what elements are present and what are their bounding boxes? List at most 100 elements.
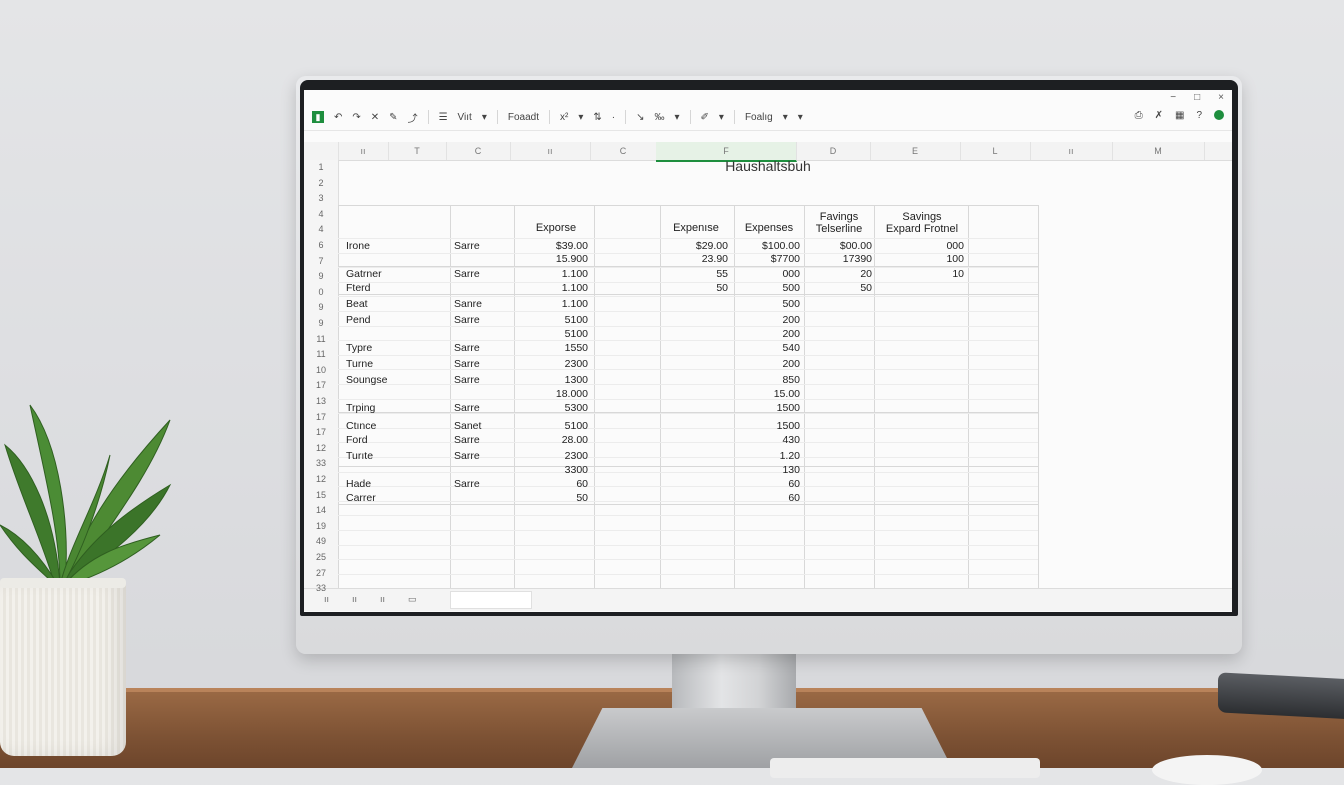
undo-button[interactable]: ↶ [334, 112, 342, 123]
view-dropdown-icon[interactable]: ▾ [482, 112, 487, 123]
format-menu[interactable]: Foalıg [745, 112, 773, 123]
cell-name[interactable]: Ctınce [346, 420, 376, 432]
row-number[interactable]: 3 [304, 193, 338, 203]
cell-value[interactable]: 100 [874, 253, 964, 265]
cell-value[interactable]: 3300 [514, 464, 588, 476]
close-button[interactable]: × [1218, 92, 1224, 103]
cell-type[interactable]: Sarre [454, 342, 480, 354]
sort-button[interactable]: ⇅ [593, 112, 601, 123]
sort-dropdown-icon[interactable]: · [612, 112, 615, 123]
wrap-button[interactable]: ↘ [636, 112, 644, 123]
row-number[interactable]: 19 [304, 521, 338, 531]
cell-value[interactable]: 1500 [734, 402, 800, 414]
cell-type[interactable]: Sarre [454, 268, 480, 280]
cell-value[interactable]: 60 [514, 478, 588, 490]
cell-value[interactable]: 130 [734, 464, 800, 476]
cell-value[interactable]: 000 [734, 268, 800, 280]
superscript-dropdown-icon[interactable]: ▾ [578, 112, 583, 123]
row-number[interactable]: 27 [304, 568, 338, 578]
pen-dropdown-icon[interactable]: ▾ [719, 112, 724, 123]
cell-value[interactable]: 1.20 [734, 450, 800, 462]
cell-value[interactable]: 50 [804, 282, 872, 294]
link-button[interactable]: ⤴ [408, 110, 418, 125]
cell-value[interactable]: 10 [874, 268, 964, 280]
view-menu[interactable]: Viıt [458, 112, 472, 123]
clear-format-button[interactable]: ✕ [371, 112, 379, 123]
percent-button[interactable]: ‰ [654, 112, 664, 123]
delete-icon[interactable]: ✗ [1155, 110, 1163, 121]
cell-value[interactable]: 17390 [804, 253, 872, 265]
cell-value[interactable]: 2300 [514, 358, 588, 370]
cell-name[interactable]: Turne [346, 358, 373, 370]
cell-type[interactable]: Sarre [454, 450, 480, 462]
cell-type[interactable]: Sarre [454, 434, 480, 446]
cell-value[interactable]: $100.00 [734, 240, 800, 252]
cell-name[interactable]: Fterd [346, 282, 371, 294]
cell-value[interactable]: 60 [734, 478, 800, 490]
cell-name[interactable]: Beat [346, 298, 368, 310]
cell-value[interactable]: 20 [804, 268, 872, 280]
cell-value[interactable]: 15.900 [514, 253, 588, 265]
cell-value[interactable]: 000 [874, 240, 964, 252]
menu-icon[interactable]: ☰ [439, 112, 448, 123]
maximize-button[interactable]: □ [1194, 92, 1200, 103]
cell-value[interactable]: 23.90 [660, 253, 728, 265]
cell-name[interactable]: Hade [346, 478, 371, 490]
row-number[interactable]: 17 [304, 380, 338, 390]
row-number[interactable]: 6 [304, 240, 338, 250]
cell-name[interactable]: Turıte [346, 450, 373, 462]
row-number[interactable]: 49 [304, 536, 338, 546]
cell-value[interactable]: 5300 [514, 402, 588, 414]
cell-value[interactable]: 1.100 [514, 268, 588, 280]
grid-icon[interactable]: ▦ [1175, 110, 1184, 121]
cell-value[interactable]: 200 [734, 358, 800, 370]
paint-format-button[interactable]: ✎ [389, 112, 397, 123]
cell-value[interactable]: $29.00 [660, 240, 728, 252]
cell-name[interactable]: Soungse [346, 374, 387, 386]
pen-button[interactable]: ✐ [701, 112, 709, 123]
sheet-nav-prev[interactable]: ıı [352, 594, 357, 604]
cell-type[interactable]: Sanet [454, 420, 481, 432]
cell-type[interactable]: Sarre [454, 314, 480, 326]
sheet-nav-first[interactable]: ıı [324, 594, 329, 604]
row-number[interactable]: 12 [304, 443, 338, 453]
cell-value[interactable]: 430 [734, 434, 800, 446]
account-icon[interactable] [1214, 110, 1224, 120]
row-number[interactable]: 0 [304, 287, 338, 297]
redo-button[interactable]: ↷ [352, 112, 360, 123]
row-number[interactable]: 7 [304, 256, 338, 266]
row-number[interactable]: 12 [304, 474, 338, 484]
cell-type[interactable]: Sanre [454, 298, 482, 310]
cell-value[interactable]: 1.100 [514, 282, 588, 294]
cell-name[interactable]: Pend [346, 314, 371, 326]
row-number[interactable]: 15 [304, 490, 338, 500]
row-number[interactable]: 11 [304, 334, 338, 344]
cell-value[interactable]: 2300 [514, 450, 588, 462]
cell-value[interactable]: 540 [734, 342, 800, 354]
cell-value[interactable]: 500 [734, 282, 800, 294]
cell-value[interactable]: 60 [734, 492, 800, 504]
cell-type[interactable]: Sarre [454, 478, 480, 490]
cell-value[interactable]: 15.00 [734, 388, 800, 400]
cell-value[interactable]: 850 [734, 374, 800, 386]
cell-value[interactable]: 1550 [514, 342, 588, 354]
cell-name[interactable]: Trping [346, 402, 375, 414]
row-number[interactable]: 1 [304, 162, 338, 172]
cell-value[interactable]: 50 [514, 492, 588, 504]
cell-value[interactable]: 28.00 [514, 434, 588, 446]
row-number[interactable]: 14 [304, 505, 338, 515]
cell-type[interactable]: Sarre [454, 240, 480, 252]
font-menu[interactable]: Foaadt [508, 112, 539, 123]
row-number[interactable]: 9 [304, 302, 338, 312]
cell-value[interactable]: 5100 [514, 314, 588, 326]
format-dropdown-icon[interactable]: ▾ [783, 112, 788, 123]
row-number[interactable]: 4 [304, 209, 338, 219]
row-number[interactable]: 13 [304, 396, 338, 406]
cell-type[interactable]: Sarre [454, 358, 480, 370]
percent-dropdown-icon[interactable]: ▾ [674, 112, 679, 123]
row-number[interactable]: 17 [304, 427, 338, 437]
cell-value[interactable]: $00.00 [804, 240, 872, 252]
cell-value[interactable]: 55 [660, 268, 728, 280]
cell-value[interactable]: 5100 [514, 328, 588, 340]
cell-value[interactable]: 18.000 [514, 388, 588, 400]
